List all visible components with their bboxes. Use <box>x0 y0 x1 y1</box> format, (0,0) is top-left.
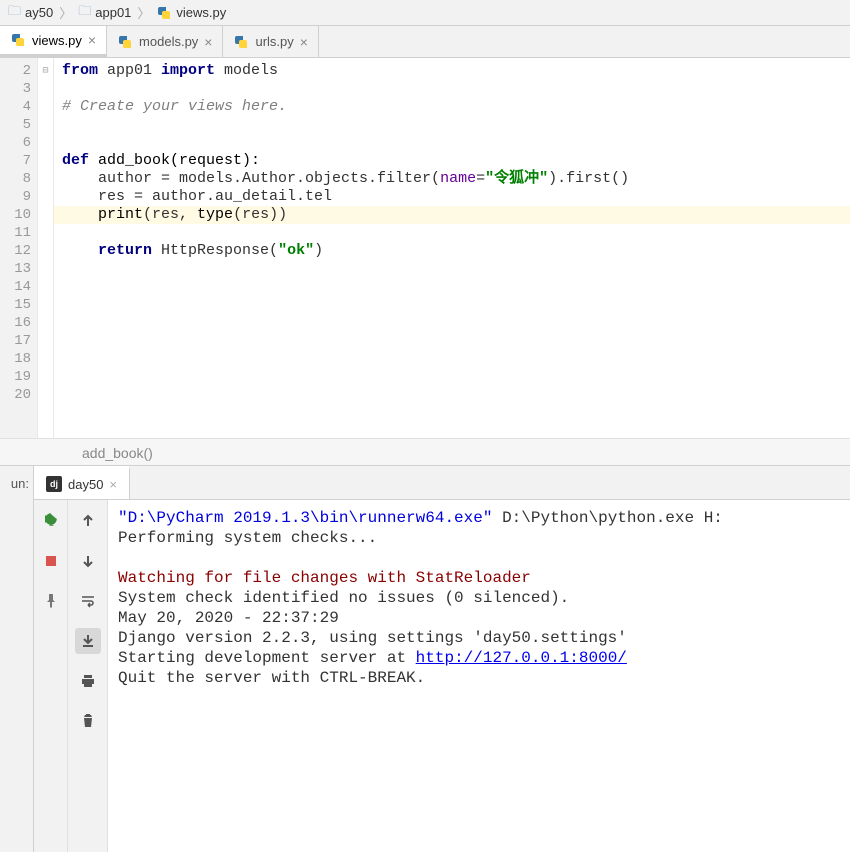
structure-breadcrumb[interactable]: add_book() <box>0 438 850 466</box>
code-line[interactable]: res = author.au_detail.tel <box>62 188 850 206</box>
code-line[interactable]: print(res, type(res)) <box>54 206 850 224</box>
rerun-button[interactable] <box>38 508 64 534</box>
tab-label: urls.py <box>255 34 293 49</box>
code-line[interactable] <box>62 368 850 386</box>
editor-tab[interactable]: views.py × <box>0 26 107 57</box>
code-line[interactable]: from app01 import models <box>62 62 850 80</box>
soft-wrap-button[interactable] <box>75 588 101 614</box>
down-button[interactable] <box>75 548 101 574</box>
code-area[interactable]: from app01 import models # Create your v… <box>54 58 850 438</box>
close-icon[interactable]: × <box>300 34 308 50</box>
console-line: Starting development server at http://12… <box>118 648 840 668</box>
run-tabs: dj day50 × <box>34 466 850 500</box>
console-output[interactable]: "D:\PyCharm 2019.1.3\bin\runnerw64.exe" … <box>108 500 850 852</box>
pin-button[interactable] <box>38 588 64 614</box>
fold-column: ⊟ <box>38 58 54 438</box>
stop-button[interactable] <box>38 548 64 574</box>
tab-label: views.py <box>32 33 82 48</box>
up-button[interactable] <box>75 508 101 534</box>
console-line: Quit the server with CTRL-BREAK. <box>118 668 840 688</box>
run-label-text: un: <box>11 476 29 491</box>
code-line[interactable] <box>62 116 850 134</box>
structure-breadcrumb-item[interactable]: add_book() <box>82 445 153 461</box>
code-line[interactable]: # Create your views here. <box>62 98 850 116</box>
run-tab-day50[interactable]: dj day50 × <box>34 466 130 499</box>
chevron-right-icon: 〉 <box>59 3 72 22</box>
code-line[interactable] <box>62 278 850 296</box>
close-icon[interactable]: × <box>204 34 212 50</box>
editor: 234567891011121314151617181920 ⊟ from ap… <box>0 58 850 438</box>
editor-tabs: views.py × models.py × urls.py × <box>0 26 850 58</box>
folder-icon: 🗀 <box>78 2 91 24</box>
print-button[interactable] <box>75 668 101 694</box>
code-line[interactable] <box>62 350 850 368</box>
python-icon <box>233 34 249 50</box>
tab-label: models.py <box>139 34 198 49</box>
breadcrumb-item[interactable]: views.py <box>152 5 230 21</box>
breadcrumb-label: ay50 <box>25 5 53 20</box>
breadcrumb-label: views.py <box>176 5 226 20</box>
console-line: "D:\PyCharm 2019.1.3\bin\runnerw64.exe" … <box>118 508 840 528</box>
python-icon <box>10 32 26 48</box>
console-line: System check identified no issues (0 sil… <box>118 588 840 608</box>
scroll-to-end-button[interactable] <box>75 628 101 654</box>
console-line: Performing system checks... <box>118 528 840 548</box>
code-line[interactable] <box>62 224 850 242</box>
code-line[interactable]: author = models.Author.objects.filter(na… <box>62 170 850 188</box>
fold-marker[interactable]: ⊟ <box>38 62 53 80</box>
close-icon[interactable]: × <box>88 32 96 48</box>
breadcrumb-label: app01 <box>95 5 131 20</box>
code-line[interactable] <box>62 386 850 404</box>
django-icon: dj <box>46 476 62 492</box>
folder-icon: 🗀 <box>8 2 21 24</box>
close-icon[interactable]: × <box>109 477 117 492</box>
line-gutter: 234567891011121314151617181920 <box>0 58 38 438</box>
run-label: un: <box>0 466 34 852</box>
editor-tab[interactable]: urls.py × <box>223 26 318 57</box>
code-line[interactable] <box>62 134 850 152</box>
breadcrumb-item[interactable]: 🗀 ay50 <box>4 2 57 24</box>
run-toolbar-left <box>34 500 68 852</box>
code-line[interactable] <box>62 332 850 350</box>
code-line[interactable] <box>62 80 850 98</box>
breadcrumb-item[interactable]: 🗀 app01 <box>74 2 135 24</box>
code-line[interactable]: return HttpResponse("ok") <box>62 242 850 260</box>
clear-button[interactable] <box>75 708 101 734</box>
console-line: May 20, 2020 - 22:37:29 <box>118 608 840 628</box>
console-line <box>118 548 840 568</box>
chevron-right-icon: 〉 <box>137 3 150 22</box>
console-line: Watching for file changes with StatReloa… <box>118 568 840 588</box>
breadcrumb-bar: 🗀 ay50 〉 🗀 app01 〉 views.py <box>0 0 850 26</box>
run-toolbar-right <box>68 500 108 852</box>
python-icon <box>117 34 133 50</box>
python-icon <box>156 5 172 21</box>
code-line[interactable] <box>62 260 850 278</box>
code-line[interactable] <box>62 314 850 332</box>
code-line[interactable] <box>62 296 850 314</box>
run-tab-label: day50 <box>68 477 103 492</box>
console-link[interactable]: http://127.0.0.1:8000/ <box>416 649 627 667</box>
console-line: Django version 2.2.3, using settings 'da… <box>118 628 840 648</box>
editor-tab[interactable]: models.py × <box>107 26 223 57</box>
run-panel: un: dj day50 × <box>0 466 850 852</box>
code-line[interactable]: def add_book(request): <box>62 152 850 170</box>
